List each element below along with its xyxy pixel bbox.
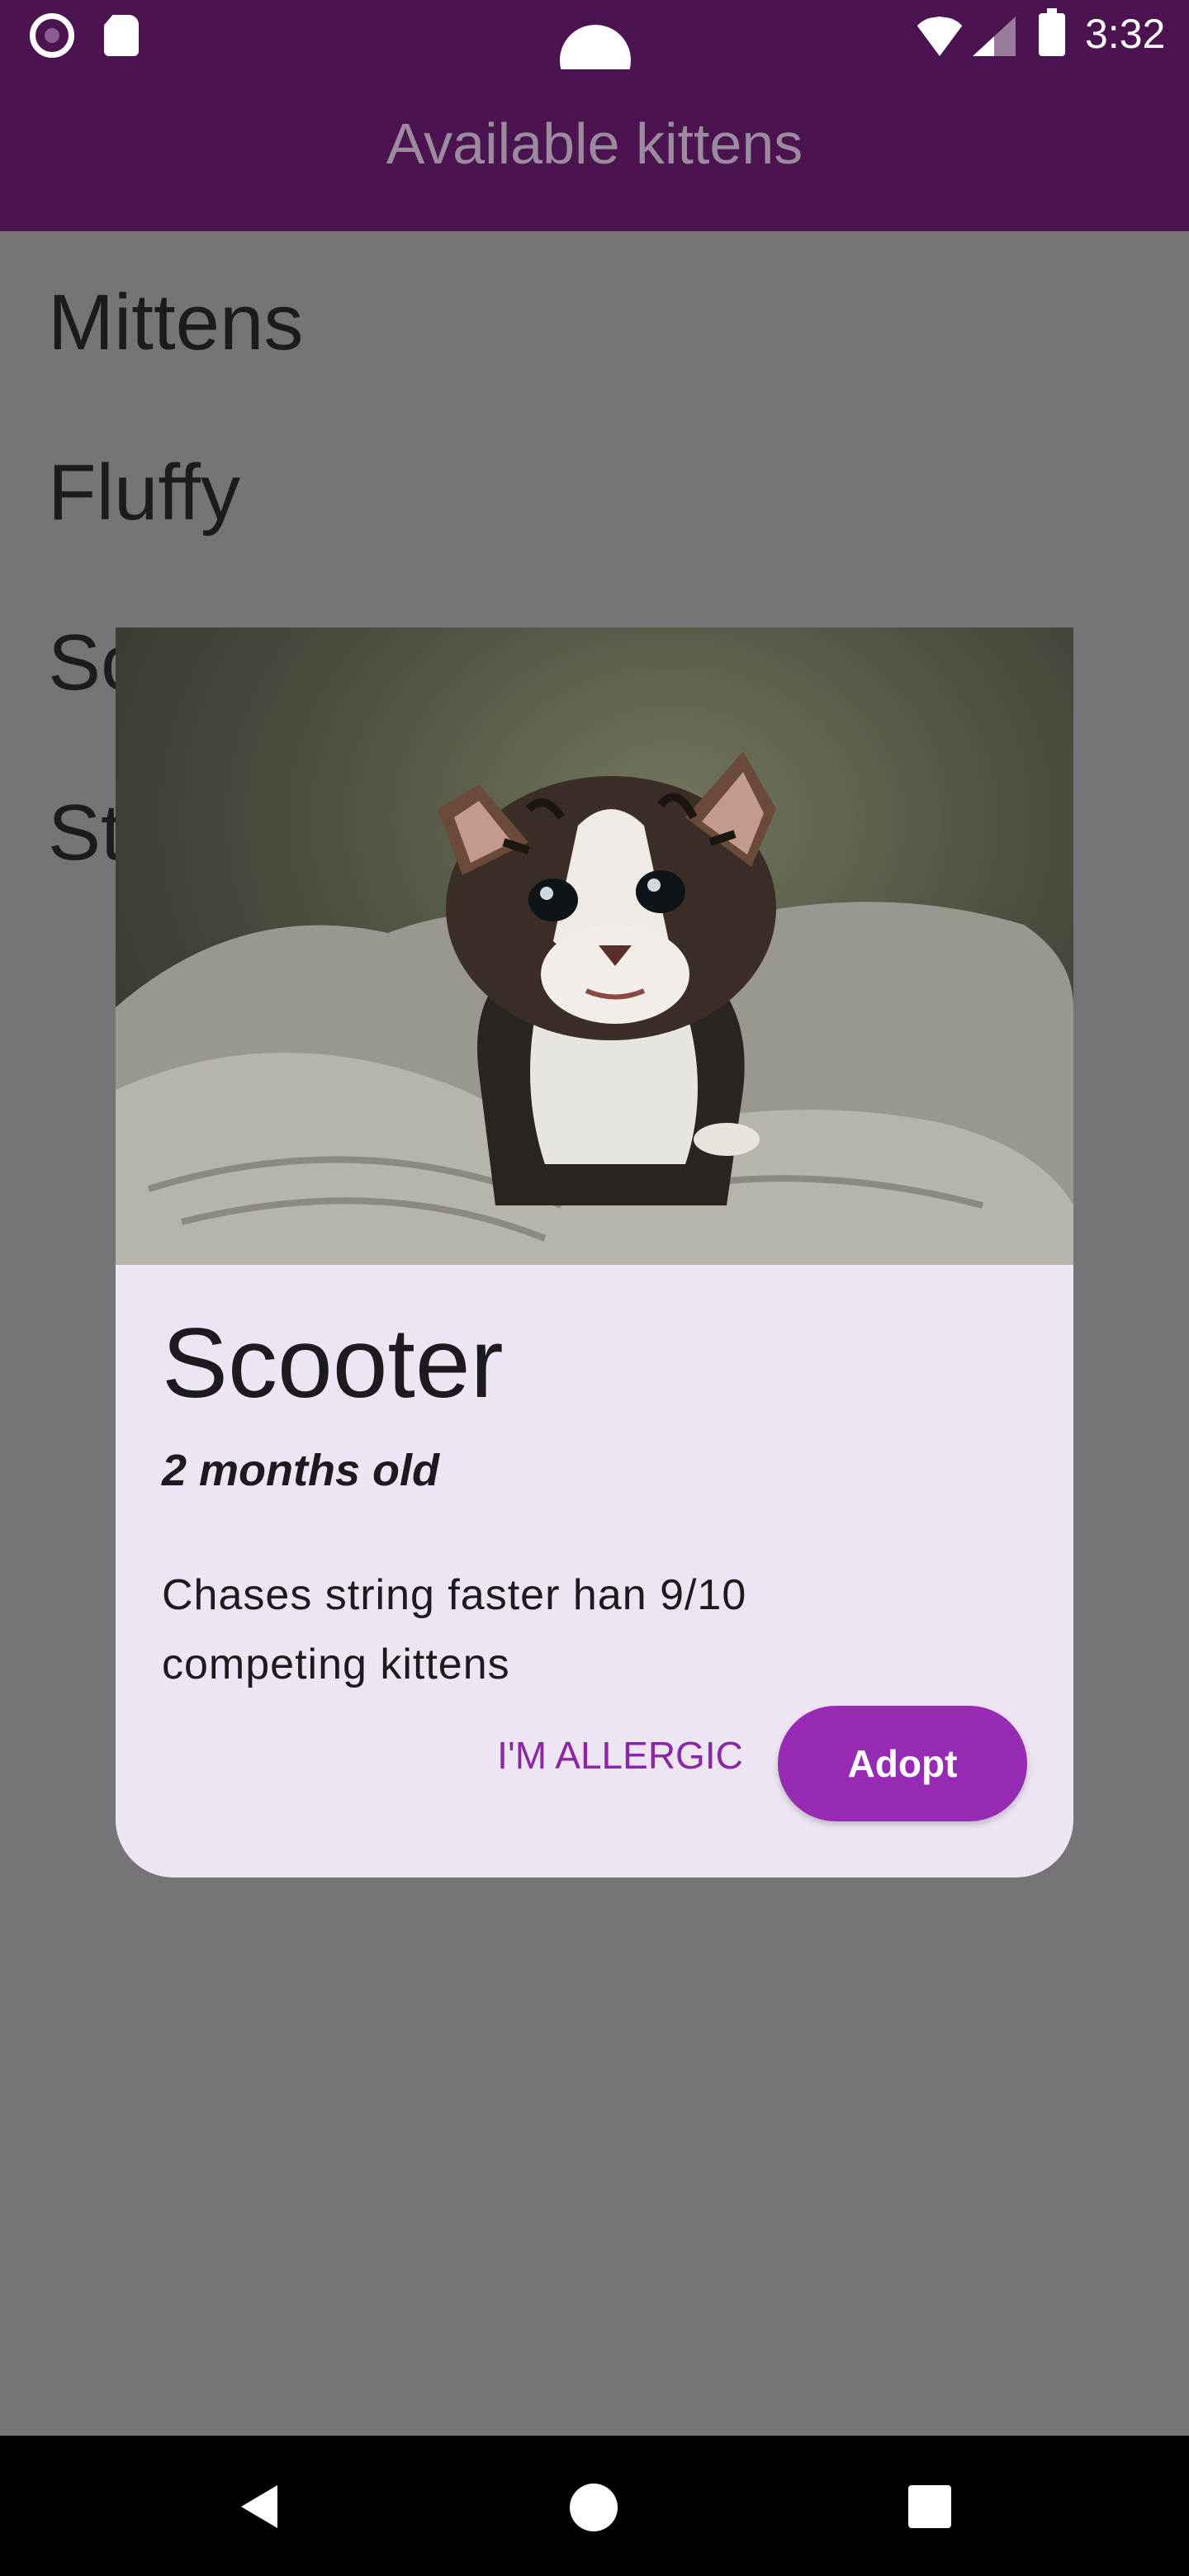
kitten-description: Chases string faster han 9/10 competing … [162,1571,747,1688]
kitten-photo [116,627,1073,1265]
battery-icon [1039,8,1065,56]
cell-signal-icon [973,17,1016,56]
status-clock: 3:32 [1085,11,1166,57]
record-icon [30,13,74,58]
kitten-dialog: Scooter 2 months old Chases string faste… [116,627,1073,1878]
kitten-age: 2 months old [162,1446,439,1495]
app-title: Available kittens [386,111,803,176]
navigation-bar [0,2436,1189,2576]
recents-icon[interactable] [908,2485,951,2528]
home-icon[interactable] [570,2484,618,2531]
app-bar: Available kittens [0,69,1189,231]
kitten-name: Scooter [162,1308,504,1418]
adopt-button[interactable]: Adopt [778,1706,1027,1821]
list-item-st[interactable]: St [48,788,123,878]
list-item-mittens[interactable]: Mittens [48,277,303,368]
back-icon[interactable] [241,2485,277,2528]
wifi-icon [913,17,966,56]
list-item-fluffy[interactable]: Fluffy [48,447,240,538]
sd-card-icon [104,15,139,56]
allergic-button[interactable]: I'M ALLERGIC [484,1706,756,1805]
status-bar: 3:32 [0,0,1189,96]
